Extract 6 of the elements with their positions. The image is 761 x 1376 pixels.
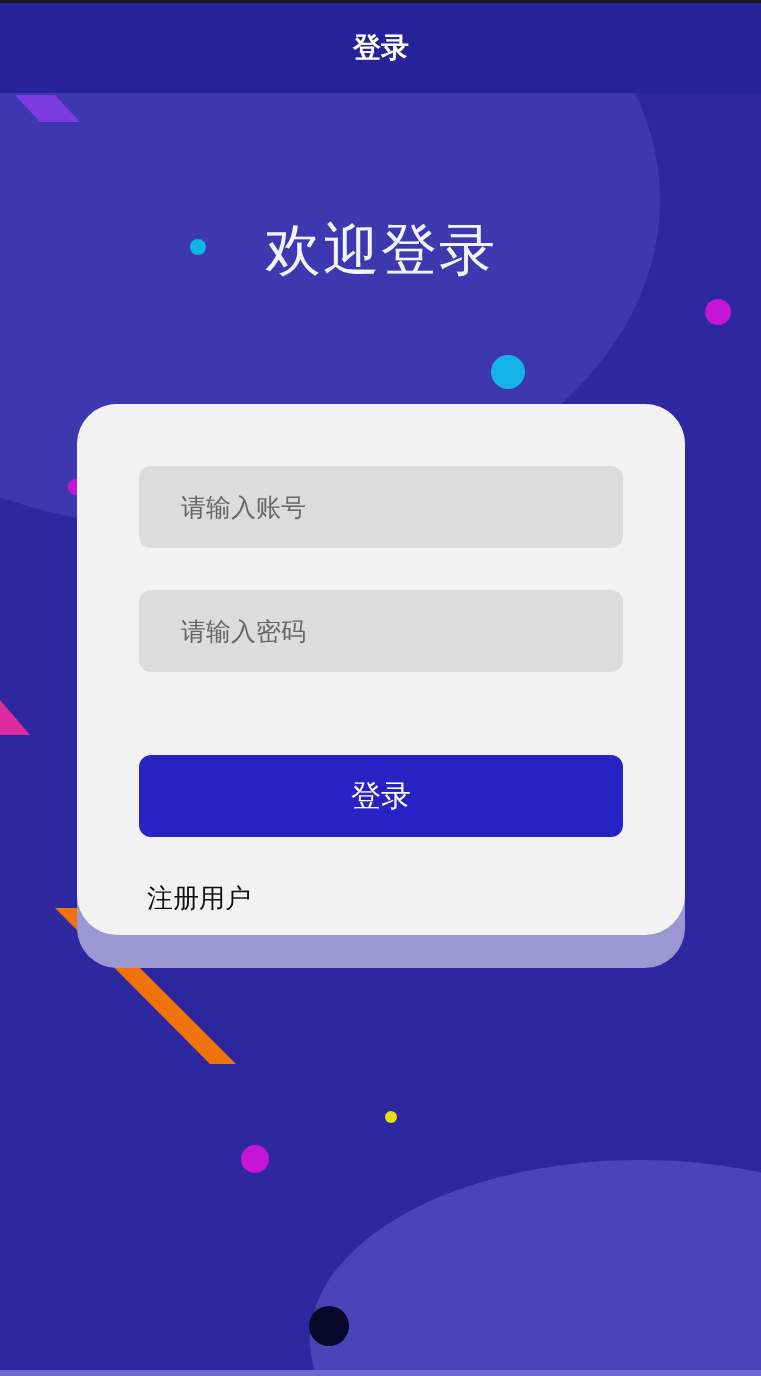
page-title: 登录	[352, 30, 409, 66]
account-field[interactable]: 请输入账号	[138, 466, 623, 548]
register-link[interactable]: 注册用户	[146, 881, 251, 916]
login-button[interactable]: 登录	[138, 755, 623, 837]
welcome-heading: 欢迎登录	[264, 216, 497, 284]
password-field[interactable]: 请输入密码	[138, 590, 623, 672]
